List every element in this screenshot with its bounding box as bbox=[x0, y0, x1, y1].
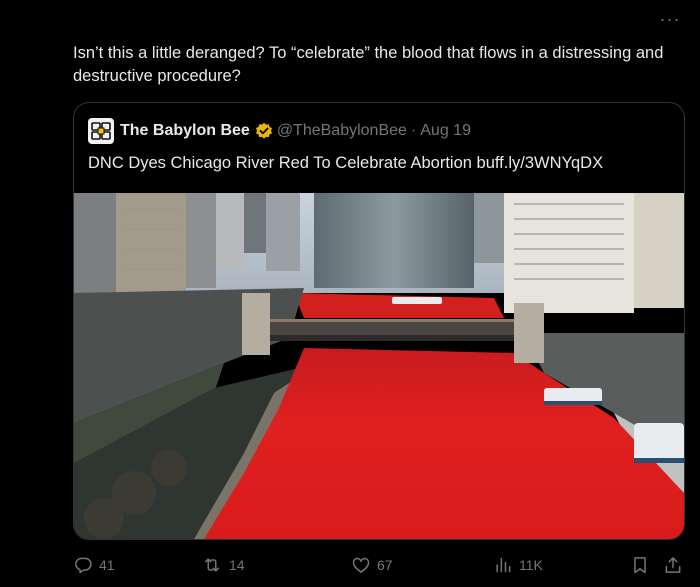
reply-button[interactable]: 41 bbox=[73, 552, 115, 578]
share-button[interactable] bbox=[663, 552, 689, 578]
tweet-text: Isn’t this a little deranged? To “celebr… bbox=[73, 44, 664, 85]
reply-count: 41 bbox=[99, 557, 115, 573]
quoted-tweet-header: The Babylon Bee @TheBabylonBee · Aug 19 bbox=[88, 117, 471, 145]
repost-button[interactable]: 14 bbox=[201, 552, 245, 578]
views-count: 11K bbox=[519, 557, 543, 573]
repost-count: 14 bbox=[229, 557, 245, 573]
tweet-actions: 41 14 67 11K bbox=[73, 552, 685, 578]
verified-badge-icon bbox=[255, 122, 273, 140]
bookmark-icon bbox=[634, 557, 646, 574]
reply-icon bbox=[75, 557, 92, 574]
quoted-tweet-date[interactable]: Aug 19 bbox=[420, 122, 471, 140]
quoted-tweet-image[interactable] bbox=[74, 193, 684, 539]
like-icon bbox=[352, 557, 370, 573]
like-button[interactable]: 67 bbox=[351, 552, 393, 578]
like-count: 67 bbox=[377, 557, 393, 573]
quoted-author-handle[interactable]: @TheBabylonBee bbox=[277, 122, 407, 140]
quoted-tweet[interactable]: The Babylon Bee @TheBabylonBee · Aug 19 … bbox=[73, 102, 685, 540]
quoted-tweet-text: DNC Dyes Chicago River Red To Celebrate … bbox=[88, 154, 604, 172]
bookmark-button[interactable] bbox=[630, 552, 656, 578]
share-icon bbox=[665, 557, 681, 573]
views-button[interactable]: 11K bbox=[493, 552, 543, 578]
views-icon bbox=[496, 557, 511, 573]
more-options-icon[interactable]: ··· bbox=[658, 10, 682, 30]
repost-icon bbox=[205, 558, 219, 572]
quoted-author-name[interactable]: The Babylon Bee bbox=[120, 122, 250, 140]
babylon-bee-logo[interactable] bbox=[88, 118, 114, 144]
header-separator: · bbox=[410, 122, 417, 139]
